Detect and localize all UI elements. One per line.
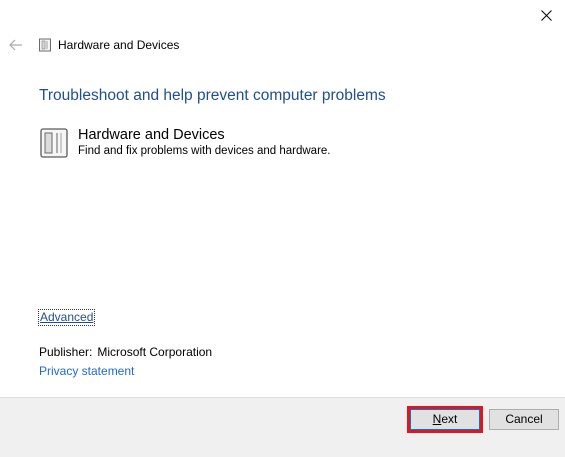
back-arrow-icon (9, 39, 22, 51)
publisher-value: Microsoft Corporation (97, 345, 213, 359)
advanced-link[interactable]: Advanced (38, 309, 96, 326)
troubleshooter-window: Hardware and Devices Troubleshoot and he… (0, 0, 565, 457)
close-button[interactable] (531, 4, 561, 26)
hardware-troubleshooter-icon (40, 128, 68, 158)
close-icon (540, 9, 552, 21)
publisher-info: Publisher: Microsoft Corporation (39, 345, 212, 360)
troubleshooter-item-hardware[interactable]: Hardware and Devices Find and fix proble… (38, 126, 331, 159)
troubleshooter-item-description: Find and fix problems with devices and h… (78, 145, 331, 157)
privacy-statement-link[interactable]: Privacy statement (39, 364, 134, 379)
publisher-label: Publisher: (39, 345, 93, 359)
window-title: Hardware and Devices (58, 38, 180, 52)
page-heading: Troubleshoot and help prevent computer p… (39, 87, 386, 104)
next-button-label: ext (441, 412, 458, 426)
back-button[interactable] (8, 37, 24, 53)
cancel-button[interactable]: Cancel (489, 409, 559, 430)
footer-bar: Next Cancel (0, 397, 565, 457)
next-button[interactable]: Next (410, 409, 480, 430)
troubleshooter-item-title: Hardware and Devices (78, 127, 225, 143)
hardware-troubleshooter-icon (39, 38, 51, 52)
